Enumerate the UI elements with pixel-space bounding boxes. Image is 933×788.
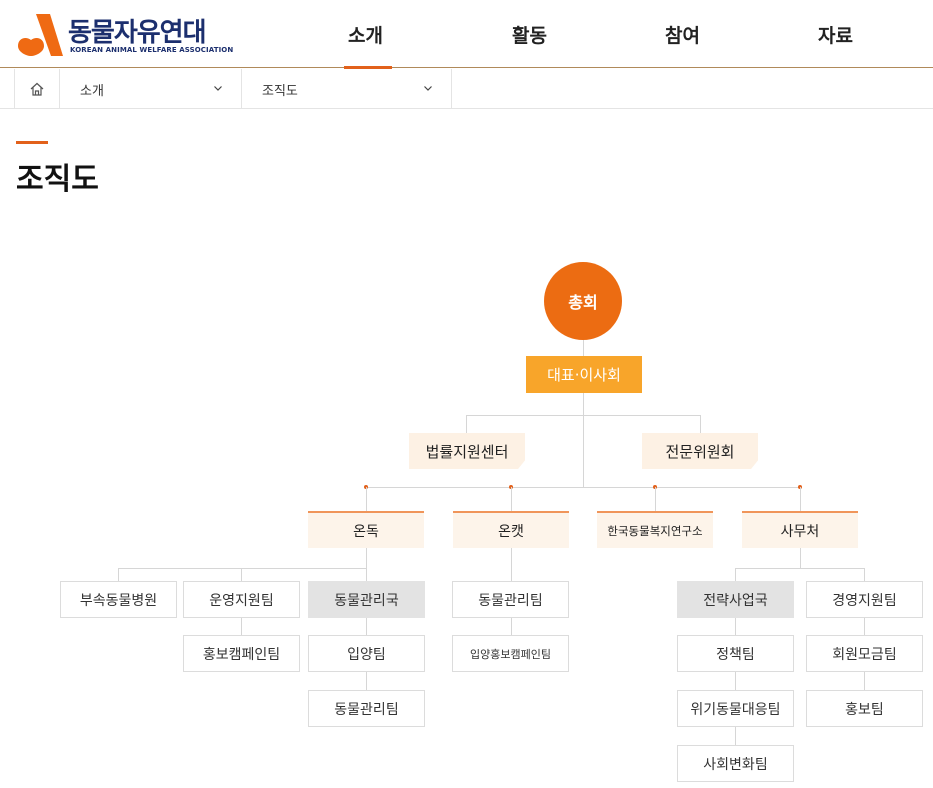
connector-line <box>511 548 512 581</box>
home-icon <box>30 82 44 96</box>
connector-line <box>700 415 701 433</box>
org-team-oncat-adoption-pr: 입양홍보캠페인팀 <box>452 635 569 672</box>
org-node-general-assembly: 총회 <box>544 262 622 340</box>
breadcrumb-select-section[interactable]: 소개 <box>60 69 242 109</box>
org-team-oncat-animal-management: 동물관리팀 <box>452 581 569 618</box>
connector-line <box>366 487 800 488</box>
logo-subtitle: KOREAN ANIMAL WELFARE ASSOCIATION <box>70 46 234 54</box>
org-team-adoption: 입양팀 <box>308 635 425 672</box>
site-header: 동물자유연대 KOREAN ANIMAL WELFARE ASSOCIATION… <box>0 0 933 69</box>
chevron-down-icon <box>214 86 222 91</box>
org-node-representative: 대표·이사회 <box>526 356 642 393</box>
org-team-animal-management: 동물관리팀 <box>308 690 425 727</box>
connector-line <box>366 548 367 568</box>
nav-participate[interactable]: 참여 <box>606 0 759 68</box>
connector-line <box>583 340 584 356</box>
main-nav: 소개 활동 참여 자료 <box>300 0 912 69</box>
breadcrumb-section-label: 소개 <box>80 83 104 99</box>
connector-line <box>466 415 701 416</box>
org-team-social-change: 사회변화팀 <box>677 745 794 782</box>
connector-line <box>118 568 119 581</box>
org-chart: 총회 대표·이사회 법률지원센터 전문위원회 온독 온캣 한국동물복지연구소 사… <box>0 0 933 788</box>
connector-line <box>511 618 512 635</box>
connector-line <box>241 568 242 581</box>
connector-line <box>366 672 367 690</box>
org-node-expert-committee: 전문위원회 <box>642 433 758 469</box>
title-accent-bar <box>16 141 48 144</box>
org-team-management-support: 경영지원팀 <box>806 581 923 618</box>
org-dept-ondok: 온독 <box>308 511 424 548</box>
connector-line <box>800 548 801 568</box>
org-team-operation-support: 운영지원팀 <box>183 581 300 618</box>
org-team-hospital: 부속동물병원 <box>60 581 177 618</box>
org-dept-office: 사무처 <box>742 511 858 548</box>
nav-activities[interactable]: 활동 <box>453 0 606 68</box>
org-node-legal-center: 법률지원센터 <box>409 433 525 469</box>
breadcrumb-select-page[interactable]: 조직도 <box>242 69 452 109</box>
chevron-down-icon <box>424 86 432 91</box>
connector-line <box>366 618 367 635</box>
connector-line <box>366 568 367 581</box>
connector-line <box>511 487 512 511</box>
connector-line <box>655 487 656 511</box>
logo-mark-icon <box>18 14 63 56</box>
connector-line <box>735 568 865 569</box>
org-team-strategy-bureau: 전략사업국 <box>677 581 794 618</box>
org-team-pr-campaign: 홍보캠페인팀 <box>183 635 300 672</box>
org-team-animal-management-bureau: 동물관리국 <box>308 581 425 618</box>
org-team-policy: 정책팀 <box>677 635 794 672</box>
connector-line <box>366 487 367 511</box>
org-team-pr: 홍보팀 <box>806 690 923 727</box>
org-dept-institute: 한국동물복지연구소 <box>597 511 713 548</box>
connector-line <box>466 415 467 433</box>
breadcrumb: 소개 조직도 <box>0 69 933 109</box>
page-title: 조직도 <box>16 162 99 197</box>
org-team-fundraising: 회원모금팀 <box>806 635 923 672</box>
nav-resources[interactable]: 자료 <box>759 0 912 68</box>
connector-line <box>864 568 865 581</box>
connector-line <box>118 568 367 569</box>
site-logo[interactable]: 동물자유연대 KOREAN ANIMAL WELFARE ASSOCIATION <box>14 10 233 58</box>
connector-line <box>800 487 801 511</box>
breadcrumb-page-label: 조직도 <box>262 83 298 99</box>
org-team-crisis-response: 위기동물대응팀 <box>677 690 794 727</box>
breadcrumb-home[interactable] <box>14 69 60 109</box>
logo-wordmark: 동물자유연대 <box>68 18 207 48</box>
nav-about[interactable]: 소개 <box>300 0 453 69</box>
connector-line <box>735 568 736 581</box>
org-dept-oncat: 온캣 <box>453 511 569 548</box>
connector-line <box>241 618 242 635</box>
connector-line <box>583 393 584 487</box>
